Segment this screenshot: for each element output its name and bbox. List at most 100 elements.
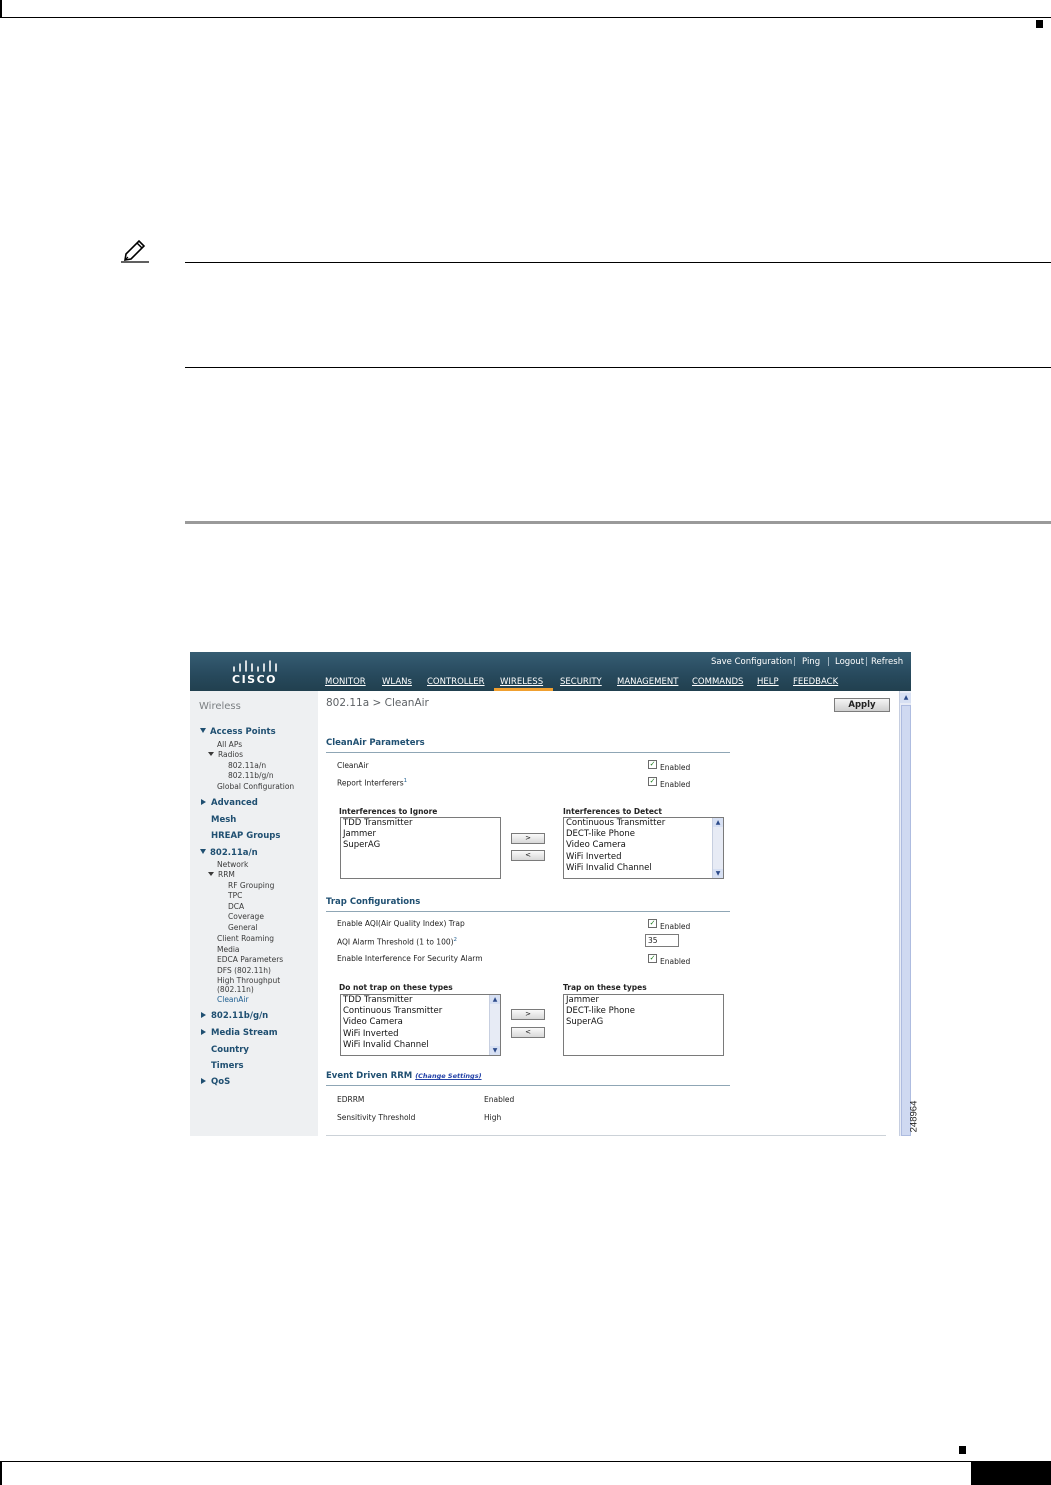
- nav-high-throughput[interactable]: High Throughput: [217, 976, 280, 985]
- expanded-arrow-icon: [200, 728, 206, 733]
- interferences-to-detect-heading: Interferences to Detect: [563, 807, 662, 816]
- menu-feedback[interactable]: FEEDBACK: [793, 677, 838, 687]
- note-rule-bottom: [185, 367, 1051, 368]
- trap-on-list[interactable]: Jammer DECT-like Phone SuperAG: [563, 994, 724, 1056]
- nav-network[interactable]: Network: [217, 860, 248, 869]
- menu-wlans[interactable]: WLANs: [382, 677, 412, 687]
- collapsed-arrow-icon: [201, 1012, 206, 1018]
- nav-cleanair[interactable]: CleanAir: [217, 995, 249, 1004]
- nav-hreap-groups[interactable]: HREAP Groups: [211, 831, 280, 841]
- top-header-bar: CISCO Save Configuration | Ping | Logout…: [190, 652, 911, 691]
- interferences-to-ignore-list[interactable]: TDD Transmitter Jammer SuperAG: [340, 817, 501, 879]
- nav-rf-grouping[interactable]: RF Grouping: [228, 881, 274, 890]
- nav-radios[interactable]: Radios: [208, 750, 243, 759]
- nav-radio-a[interactable]: 802.11a/n: [228, 761, 266, 770]
- menu-wireless[interactable]: WIRELESS: [500, 677, 543, 687]
- security-alarm-checkbox[interactable]: ✓: [648, 954, 657, 963]
- list-item[interactable]: SuperAG: [341, 840, 500, 851]
- scroll-up-icon[interactable]: ▲: [713, 818, 723, 827]
- list-item[interactable]: TDD Transmitter: [341, 995, 500, 1006]
- list-item[interactable]: WiFi Invalid Channel: [564, 863, 723, 874]
- list-item[interactable]: SuperAG: [564, 1017, 723, 1028]
- move-to-trap-button[interactable]: >: [511, 1009, 545, 1020]
- nav-media-stream[interactable]: Media Stream: [201, 1028, 278, 1038]
- move-to-detect-button[interactable]: >: [511, 833, 545, 844]
- scrollbar-thumb[interactable]: [901, 705, 911, 1136]
- list-item[interactable]: WiFi Inverted: [341, 1029, 500, 1040]
- interferences-to-detect-list[interactable]: Continuous Transmitter DECT-like Phone V…: [563, 817, 724, 879]
- scroll-down-icon[interactable]: ▼: [713, 869, 723, 878]
- figure-id: 248964: [908, 1100, 920, 1133]
- link-separator: |: [827, 657, 830, 667]
- report-interferers-checkbox[interactable]: ✓: [648, 777, 657, 786]
- event-driven-rrm-heading: Event Driven RRM (Change Settings): [326, 1071, 482, 1081]
- cleanair-checkbox[interactable]: ✓: [648, 760, 657, 769]
- nav-mesh[interactable]: Mesh: [211, 815, 236, 825]
- list-item[interactable]: Continuous Transmitter: [564, 818, 723, 829]
- scroll-up-icon[interactable]: ▲: [490, 995, 500, 1004]
- expanded-arrow-icon: [208, 752, 214, 756]
- note-rule-top: [185, 262, 1051, 263]
- list-item[interactable]: TDD Transmitter: [341, 818, 500, 829]
- move-to-no-trap-button[interactable]: <: [511, 1027, 545, 1038]
- save-configuration-link[interactable]: Save Configuration: [711, 657, 792, 667]
- aqi-trap-checkbox[interactable]: ✓: [648, 919, 657, 928]
- list-scrollbar[interactable]: ▲ ▼: [489, 995, 500, 1055]
- change-settings-link[interactable]: (Change Settings): [415, 1072, 481, 1080]
- nav-dca[interactable]: DCA: [228, 902, 244, 911]
- menu-security[interactable]: SECURITY: [560, 677, 602, 687]
- page-scrollbar[interactable]: ▲: [899, 691, 911, 1136]
- scroll-down-icon[interactable]: ▼: [490, 1046, 500, 1055]
- nav-timers[interactable]: Timers: [211, 1061, 244, 1071]
- nav-client-roaming[interactable]: Client Roaming: [217, 934, 274, 943]
- menu-commands[interactable]: COMMANDS: [692, 677, 743, 687]
- scroll-up-icon[interactable]: ▲: [900, 693, 911, 703]
- footnote-2-link[interactable]: 2: [454, 937, 458, 943]
- nav-all-aps[interactable]: All APs: [217, 740, 242, 749]
- nav-tpc[interactable]: TPC: [228, 891, 242, 900]
- logout-link[interactable]: Logout: [835, 657, 864, 667]
- do-not-trap-list[interactable]: TDD Transmitter Continuous Transmitter V…: [340, 994, 501, 1056]
- ping-link[interactable]: Ping: [802, 657, 820, 667]
- nav-global-config[interactable]: Global Configuration: [217, 782, 294, 791]
- move-to-ignore-button[interactable]: <: [511, 850, 545, 861]
- aqi-threshold-input[interactable]: 35: [645, 934, 679, 947]
- footnote-1-link[interactable]: 1: [404, 778, 408, 784]
- list-item[interactable]: WiFi Invalid Channel: [341, 1040, 500, 1051]
- menu-monitor[interactable]: MONITOR: [325, 677, 366, 687]
- menu-management[interactable]: MANAGEMENT: [617, 677, 678, 687]
- nav-media[interactable]: Media: [217, 945, 240, 954]
- refresh-link[interactable]: Refresh: [871, 657, 903, 667]
- link-separator: |: [793, 657, 796, 667]
- nav-edca-parameters[interactable]: EDCA Parameters: [217, 955, 283, 964]
- list-item[interactable]: Video Camera: [341, 1017, 500, 1028]
- list-item[interactable]: Jammer: [564, 995, 723, 1006]
- nav-advanced[interactable]: Advanced: [201, 798, 258, 808]
- footer-marker: [959, 1446, 966, 1454]
- list-item[interactable]: Jammer: [341, 829, 500, 840]
- nav-coverage[interactable]: Coverage: [228, 912, 264, 921]
- section-divider: [326, 752, 730, 753]
- nav-qos[interactable]: QoS: [201, 1077, 230, 1087]
- list-item[interactable]: Video Camera: [564, 840, 723, 851]
- content-bottom-rule: [326, 1135, 886, 1136]
- nav-radio-bg[interactable]: 802.11b/g/n: [228, 771, 274, 780]
- list-item[interactable]: WiFi Inverted: [564, 852, 723, 863]
- menu-controller[interactable]: CONTROLLER: [427, 677, 485, 687]
- nav-rrm[interactable]: RRM: [208, 870, 235, 879]
- header-marker: [1036, 20, 1043, 28]
- nav-access-points[interactable]: Access Points: [200, 727, 276, 737]
- list-scrollbar[interactable]: ▲ ▼: [712, 818, 723, 878]
- list-item[interactable]: Continuous Transmitter: [341, 1006, 500, 1017]
- sensitivity-threshold-value: High: [484, 1113, 502, 1122]
- apply-button[interactable]: Apply: [834, 698, 890, 712]
- nav-dfs[interactable]: DFS (802.11h): [217, 966, 271, 975]
- nav-general[interactable]: General: [228, 923, 258, 932]
- nav-802-11bgn[interactable]: 802.11b/g/n: [201, 1011, 268, 1021]
- list-item[interactable]: DECT-like Phone: [564, 829, 723, 840]
- list-item[interactable]: DECT-like Phone: [564, 1006, 723, 1017]
- aqi-trap-label: Enable AQI(Air Quality Index) Trap: [337, 919, 465, 928]
- nav-country[interactable]: Country: [211, 1045, 249, 1055]
- menu-help[interactable]: HELP: [757, 677, 779, 687]
- nav-802-11an[interactable]: 802.11a/n: [200, 848, 258, 858]
